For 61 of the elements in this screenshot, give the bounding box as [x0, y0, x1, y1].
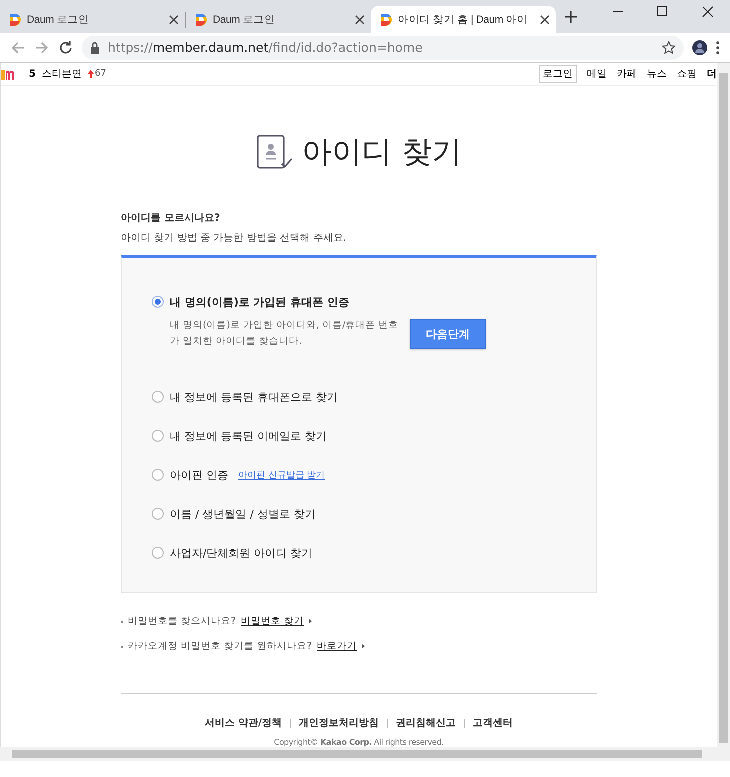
rank-number: 5	[29, 68, 36, 80]
daum-favicon-icon	[194, 12, 208, 26]
browser-tab[interactable]: Daum 로그인	[186, 6, 371, 33]
option-label[interactable]: 아이핀 인증	[170, 468, 228, 482]
option-label[interactable]: 내 명의(이름)로 가입된 휴대폰 인증	[170, 294, 350, 310]
new-tab-icon[interactable]	[564, 10, 578, 24]
option-label[interactable]: 사업자/단체회원 아이디 찾기	[170, 546, 313, 560]
trending-keyword[interactable]: 스티븐연	[42, 67, 82, 81]
star-icon[interactable]	[662, 40, 676, 54]
daum-favicon-icon	[379, 12, 393, 26]
close-tab-icon[interactable]	[540, 14, 550, 24]
radio-button[interactable]	[152, 391, 164, 403]
nav-link[interactable]: 뉴스	[647, 67, 667, 81]
lock-icon	[90, 42, 100, 54]
chevron-icon	[362, 644, 366, 649]
rank-change: 67	[88, 69, 106, 79]
back-icon[interactable]	[10, 40, 26, 56]
logo-icon[interactable]	[1, 68, 15, 80]
option-label[interactable]: 내 정보에 등록된 휴대폰으로 찾기	[170, 390, 338, 404]
address-bar[interactable]: https://member.daum.net/find/id.do?action=home	[82, 36, 684, 60]
nav-link[interactable]: 카페	[617, 67, 637, 81]
option-description: 내 명의(이름)로 가입한 아이디와, 이름/휴대폰 번호가 일치한 아이디를 찾습니다.	[170, 319, 400, 349]
help-link[interactable]: 바로가기	[317, 640, 358, 653]
radio-button[interactable]	[152, 430, 164, 442]
menu-icon[interactable]	[716, 40, 720, 54]
daum-favicon-icon	[8, 12, 22, 26]
reload-icon[interactable]	[58, 40, 74, 56]
browser-tab[interactable]: 아이디 찾기 홈 | Daum 아이	[371, 6, 556, 33]
help-link[interactable]: 비밀번호 찾기	[241, 615, 304, 628]
avatar-icon[interactable]	[692, 40, 708, 56]
url-text: https://member.daum.net/find/id.do?action=home	[108, 40, 424, 55]
nav-link[interactable]: 더	[707, 67, 717, 81]
nav-link[interactable]: 쇼핑	[677, 67, 697, 81]
chevron-icon	[309, 619, 312, 624]
close-tab-icon[interactable]	[169, 14, 179, 24]
radio-button[interactable]	[152, 296, 164, 308]
help-text: 카카오계정 비밀번호 찾기를 원하시나요?	[128, 640, 312, 653]
radio-button[interactable]	[152, 508, 164, 520]
option-label[interactable]: 이름 / 생년월일 / 성별로 찾기	[170, 506, 316, 522]
radio-button[interactable]	[152, 469, 164, 481]
footer-link[interactable]: 서비스 약관/정책	[204, 716, 282, 730]
help-text: 비밀번호를 찾으시나요?	[128, 615, 236, 628]
id-card-check-icon	[256, 134, 294, 170]
instruction-text: 아이디 찾기 방법 중 가능한 방법을 선택해 주세요.	[121, 232, 348, 245]
copyright-text: Copyright© Kakao Corp. All rights reserved.	[273, 738, 445, 747]
footer-link[interactable]: 고객센터	[473, 716, 514, 730]
forward-icon[interactable]	[34, 40, 50, 56]
browser-tab[interactable]: Daum 로그인	[0, 6, 185, 33]
radio-button[interactable]	[152, 547, 164, 559]
next-step-button[interactable]: 다음단계	[410, 319, 486, 349]
up-arrow-icon	[88, 70, 94, 78]
option-label[interactable]: 내 정보에 등록된 이메일로 찾기	[170, 428, 327, 444]
page-title: 아이디 찾기	[302, 134, 462, 172]
footer-link[interactable]: 개인정보처리방침	[299, 716, 380, 730]
close-tab-icon[interactable]	[355, 14, 365, 24]
nav-link[interactable]: 메일	[587, 67, 607, 81]
footer-link[interactable]: 권리침해신고	[396, 716, 456, 730]
question-text: 아이디를 모르시나요?	[121, 212, 222, 225]
option-link[interactable]: 아이핀 신규발급 받기	[238, 468, 326, 482]
vertical-scrollbar[interactable]	[717, 63, 730, 761]
horizontal-scrollbar[interactable]	[0, 747, 717, 761]
